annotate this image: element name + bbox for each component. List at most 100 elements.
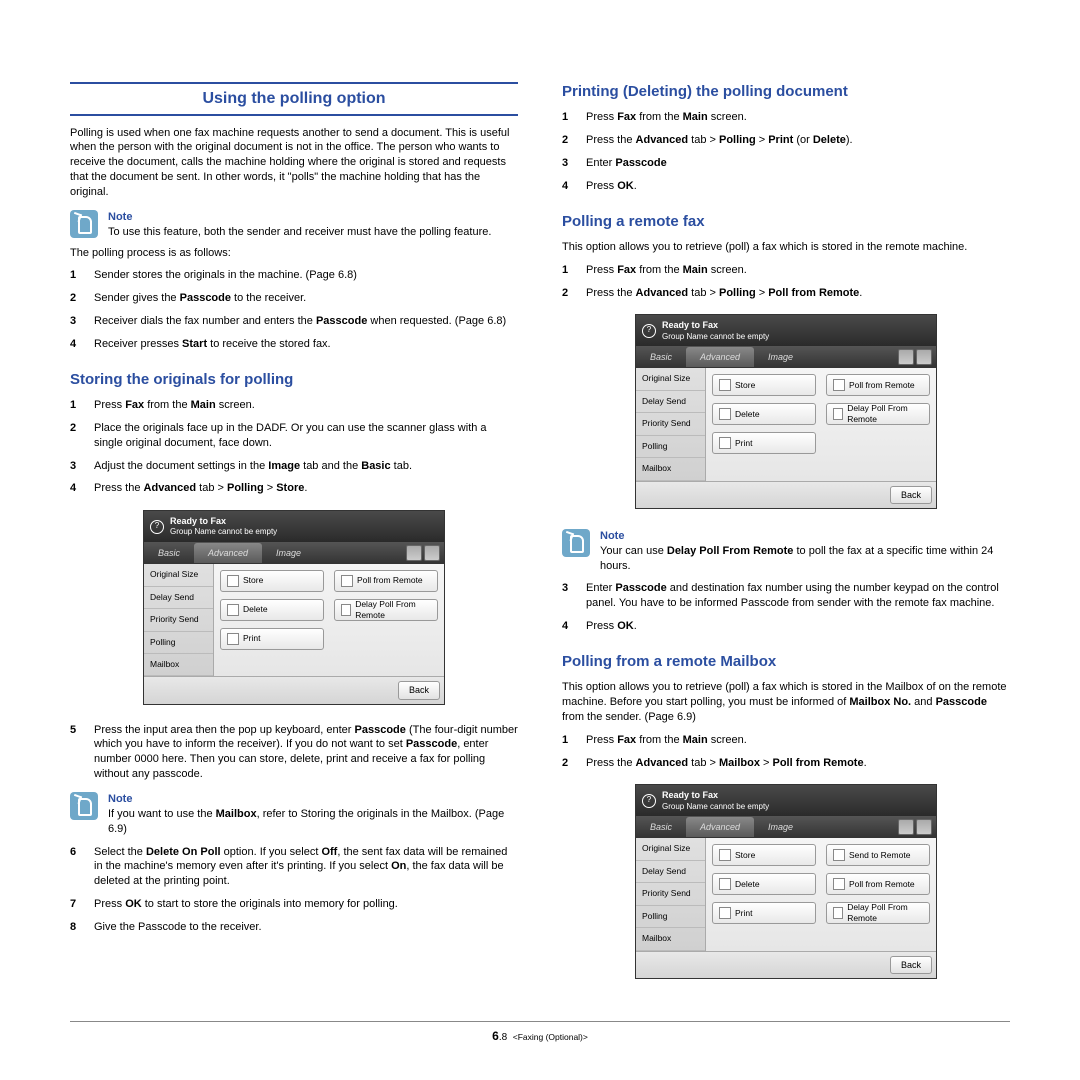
section-title: Using the polling option — [70, 82, 518, 116]
subsection-title: Storing the originals for polling — [70, 370, 518, 390]
shot-button: Delay Poll From Remote — [826, 403, 930, 425]
step-text: Press the Advanced tab > Polling > Poll … — [586, 286, 862, 301]
help-icon: ? — [642, 324, 656, 338]
shot-button: Poll from Remote — [826, 873, 930, 895]
note-text: To use this feature, both the sender and… — [108, 225, 518, 240]
note-text: If you want to use the Mailbox, refer to… — [108, 807, 518, 837]
step-number: 3 — [562, 581, 576, 611]
back-button: Back — [398, 681, 440, 699]
screenshot-polling-store: ?Ready to FaxGroup Name cannot be empty … — [143, 510, 445, 704]
manual-page: Using the polling option Polling is used… — [0, 0, 1080, 1080]
toolbar-icon — [916, 819, 932, 835]
step-number: 4 — [70, 337, 84, 352]
step-text: Press OK. — [586, 619, 637, 634]
shot-button: Delete — [712, 403, 816, 425]
step-text: Enter Passcode and destination fax numbe… — [586, 581, 1010, 611]
shot-button: Delay Poll From Remote — [334, 599, 438, 621]
toolbar-icon — [424, 545, 440, 561]
step-number: 2 — [70, 421, 84, 451]
page-number-major: 6 — [492, 1029, 499, 1043]
step-number: 4 — [562, 179, 576, 194]
note-icon — [562, 529, 590, 557]
step-text: Select the Delete On Poll option. If you… — [94, 845, 518, 890]
note-heading: Note — [108, 792, 518, 807]
shot-sidebar: Original SizeDelay SendPriority SendPoll… — [636, 838, 706, 950]
shot-button: Delete — [712, 873, 816, 895]
tab-basic: Basic — [144, 543, 194, 563]
shot-button: Print — [712, 432, 816, 454]
chapter-label: <Faxing (Optional)> — [513, 1032, 588, 1042]
left-column: Using the polling option Polling is used… — [70, 78, 518, 989]
step-number: 1 — [70, 398, 84, 413]
page-number-minor: .8 — [499, 1032, 507, 1043]
help-icon: ? — [150, 520, 164, 534]
columns: Using the polling option Polling is used… — [70, 78, 1010, 989]
note-block: Note Your can use Delay Poll From Remote… — [562, 529, 1010, 574]
step-number: 2 — [562, 286, 576, 301]
step-text: Press OK to start to store the originals… — [94, 897, 398, 912]
step-text: Sender gives the Passcode to the receive… — [94, 291, 306, 306]
note-text: Your can use Delay Poll From Remote to p… — [600, 544, 1010, 574]
toolbar-icon — [898, 349, 914, 365]
store-steps-end: 6Select the Delete On Poll option. If yo… — [70, 845, 518, 935]
step-text: Press the Advanced tab > Polling > Store… — [94, 481, 307, 496]
shot-subtitle: Group Name cannot be empty — [662, 802, 769, 813]
intro-paragraph: Polling is used when one fax machine req… — [70, 126, 518, 200]
subsection-title: Polling from a remote Mailbox — [562, 652, 1010, 672]
shot-button: Store — [712, 374, 816, 396]
note-icon — [70, 210, 98, 238]
step-text: Enter Passcode — [586, 156, 667, 171]
step-number: 5 — [70, 723, 84, 782]
shot-title: Ready to Fax — [170, 515, 277, 527]
poll-remote-steps: 1 Press Fax from the Main screen. 2 Press … — [562, 263, 1010, 301]
shot-title: Ready to Fax — [662, 789, 769, 801]
tab-advanced: Advanced — [194, 543, 262, 563]
shot-button: Send to Remote — [826, 844, 930, 866]
toolbar-icon — [916, 349, 932, 365]
tab-advanced: Advanced — [686, 347, 754, 367]
step-number: 2 — [70, 291, 84, 306]
tab-basic: Basic — [636, 817, 686, 837]
step-number: 7 — [70, 897, 84, 912]
step-text: Receiver presses Start to receive the st… — [94, 337, 331, 352]
shot-button: Poll from Remote — [826, 374, 930, 396]
shot-button: Delete — [220, 599, 324, 621]
step-text: Press the Advanced tab > Polling > Print… — [586, 133, 853, 148]
step-text: Press Fax from the Main screen. — [586, 110, 747, 125]
right-column: Printing (Deleting) the polling document… — [562, 78, 1010, 989]
shot-title: Ready to Fax — [662, 319, 769, 331]
step-number: 3 — [70, 314, 84, 329]
shot-button: Poll from Remote — [334, 570, 438, 592]
note-block: Note To use this feature, both the sende… — [70, 210, 518, 240]
tab-image: Image — [754, 817, 807, 837]
step-number: 2 — [562, 133, 576, 148]
tab-basic: Basic — [636, 347, 686, 367]
store-steps-cont: 5Press the input area then the pop up ke… — [70, 723, 518, 782]
step-text: Press Fax from the Main screen. — [94, 398, 255, 413]
toolbar-icon — [898, 819, 914, 835]
step-number: 6 — [70, 845, 84, 890]
toolbar-icon — [406, 545, 422, 561]
step-number: 1 — [562, 733, 576, 748]
pmb-intro: This option allows you to retrieve (poll… — [562, 680, 1010, 725]
help-icon: ? — [642, 794, 656, 808]
step-number: 8 — [70, 920, 84, 935]
note-heading: Note — [600, 529, 1010, 544]
shot-button: Store — [712, 844, 816, 866]
shot-subtitle: Group Name cannot be empty — [170, 527, 277, 538]
screenshot-mailbox-remote: ?Ready to FaxGroup Name cannot be empty … — [635, 784, 937, 978]
step-text: Press the input area then the pop up key… — [94, 723, 518, 782]
step-number: 4 — [562, 619, 576, 634]
shot-sidebar: Original SizeDelay SendPriority SendPoll… — [636, 368, 706, 480]
step-text: Receiver dials the fax number and enters… — [94, 314, 506, 329]
poll-remote-steps-cont: 3 Enter Passcode and destination fax numb… — [562, 581, 1010, 634]
step-text: Press Fax from the Main screen. — [586, 263, 747, 278]
step-number: 1 — [562, 263, 576, 278]
shot-button: Delay Poll From Remote — [826, 902, 930, 924]
process-list: 1Sender stores the originals in the mach… — [70, 268, 518, 351]
step-number: 4 — [70, 481, 84, 496]
screenshot-poll-remote: ?Ready to FaxGroup Name cannot be empty … — [635, 314, 937, 508]
store-steps: 1Press Fax from the Main screen. 2Place … — [70, 398, 518, 496]
note-block: Note If you want to use the Mailbox, ref… — [70, 792, 518, 837]
step-text: Sender stores the originals in the machi… — [94, 268, 357, 283]
